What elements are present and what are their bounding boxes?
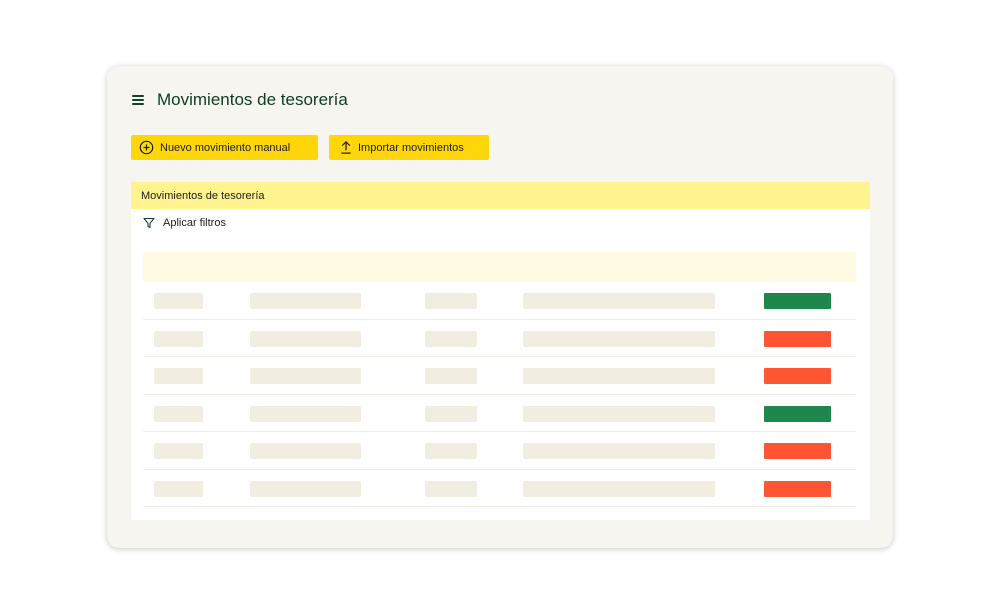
table-row[interactable] [143, 470, 856, 507]
date-cell-placeholder [154, 368, 203, 384]
account-cell-placeholder [425, 405, 477, 422]
apply-filters-label: Aplicar filtros [163, 217, 226, 229]
account-cell-placeholder [425, 330, 477, 347]
page-title: Movimientos de tesorería [157, 90, 348, 109]
table-row[interactable] [143, 395, 856, 432]
movements-panel: Movimientos de tesorería Aplicar filtros [131, 182, 870, 520]
account-cell-placeholder [425, 293, 477, 309]
apply-filters-button[interactable]: Aplicar filtros [143, 217, 226, 229]
filter-icon [143, 217, 155, 229]
account-cell-placeholder [425, 368, 477, 384]
table-row[interactable] [143, 320, 856, 357]
movements-table-body [143, 282, 856, 507]
concept-cell-placeholder [250, 368, 361, 384]
amount-indicator [764, 443, 831, 459]
plus-circle-icon [139, 140, 154, 155]
import-movements-label: Importar movimientos [358, 141, 464, 154]
upload-icon [341, 141, 351, 154]
date-cell-placeholder [154, 405, 203, 422]
account-cell-placeholder [425, 480, 477, 497]
description-cell-placeholder [523, 480, 715, 497]
date-cell-placeholder [154, 480, 203, 497]
amount-indicator [764, 405, 831, 422]
concept-cell-placeholder [250, 443, 361, 459]
description-cell-placeholder [523, 443, 715, 459]
concept-cell-placeholder [250, 293, 361, 309]
amount-indicator [764, 368, 831, 384]
concept-cell-placeholder [250, 330, 361, 347]
app-window: Movimientos de tesorería Nuevo movimient… [107, 66, 893, 548]
panel-header: Movimientos de tesorería [131, 182, 870, 209]
concept-cell-placeholder [250, 405, 361, 422]
table-header-row [143, 252, 856, 282]
table-row[interactable] [143, 432, 856, 470]
amount-indicator [764, 330, 831, 347]
date-cell-placeholder [154, 293, 203, 309]
amount-indicator [764, 293, 831, 309]
table-row[interactable] [143, 282, 856, 320]
account-cell-placeholder [425, 443, 477, 459]
description-cell-placeholder [523, 330, 715, 347]
import-movements-button[interactable]: Importar movimientos [329, 135, 489, 160]
new-manual-movement-button[interactable]: Nuevo movimiento manual [131, 135, 318, 160]
description-cell-placeholder [523, 405, 715, 422]
concept-cell-placeholder [250, 480, 361, 497]
description-cell-placeholder [523, 293, 715, 309]
table-row[interactable] [143, 357, 856, 395]
new-manual-movement-label: Nuevo movimiento manual [160, 141, 291, 154]
hamburger-menu-icon[interactable] [132, 94, 144, 105]
panel-title: Movimientos de tesorería [141, 189, 265, 202]
date-cell-placeholder [154, 330, 203, 347]
description-cell-placeholder [523, 368, 715, 384]
date-cell-placeholder [154, 443, 203, 459]
amount-indicator [764, 480, 831, 497]
